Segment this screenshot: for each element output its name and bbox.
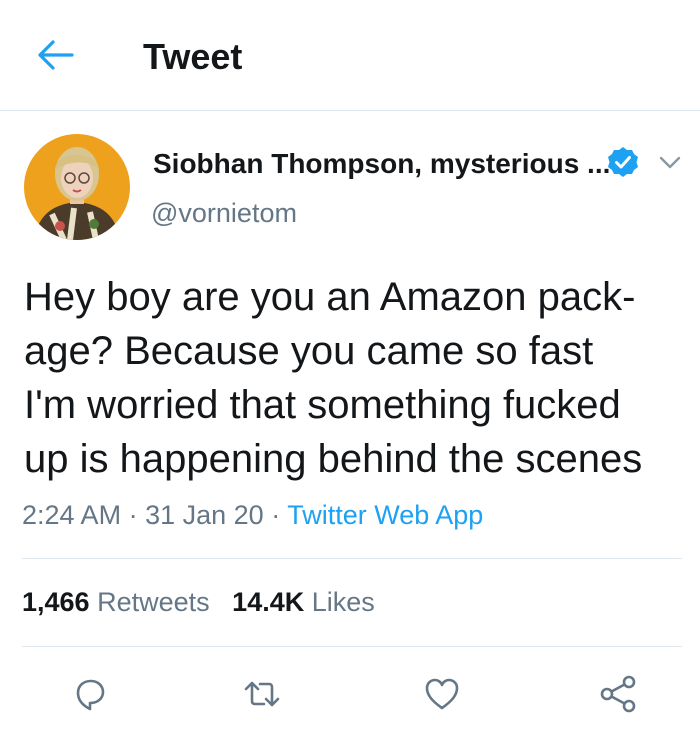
author-display-name[interactable]: Siobhan Thompson, mysterious ... (153, 148, 610, 180)
tweet-line: age? Because you came so fast (24, 329, 594, 373)
verified-badge-icon (608, 147, 638, 177)
tweet-line: up is happening behind the scenes (24, 437, 643, 481)
share-icon[interactable] (598, 674, 638, 714)
reply-icon[interactable] (70, 674, 110, 714)
divider (22, 646, 682, 647)
page-title: Tweet (143, 36, 243, 77)
tweet-meta: 2:24 AM · 31 Jan 20 · Twitter Web App (22, 500, 483, 531)
meta-separator: · (128, 500, 138, 530)
likes-stat[interactable]: 14.4K Likes (232, 587, 375, 617)
avatar[interactable] (24, 134, 130, 240)
divider (22, 558, 682, 559)
tweet-time[interactable]: 2:24 AM (22, 500, 121, 530)
likes-count: 14.4K (232, 587, 305, 617)
tweet-line: I'm worried that something fucked (24, 383, 621, 427)
tweet-stats: 1,466 Retweets 14.4K Likes (22, 587, 375, 618)
tweet-source-link[interactable]: Twitter Web App (287, 500, 483, 530)
tweet-text: Hey boy are you an Amazon pack- age? Bec… (24, 270, 694, 486)
retweets-stat[interactable]: 1,466 Retweets (22, 587, 210, 617)
retweet-icon[interactable] (242, 674, 282, 714)
retweets-label: Retweets (97, 587, 210, 617)
top-bar: Tweet (0, 0, 700, 111)
chevron-down-icon[interactable] (656, 150, 684, 174)
retweets-count: 1,466 (22, 587, 90, 617)
back-arrow-icon[interactable] (36, 38, 74, 72)
likes-label: Likes (311, 587, 375, 617)
tweet-date[interactable]: 31 Jan 20 (145, 500, 264, 530)
author-handle[interactable]: @vornietom (151, 198, 297, 229)
tweet-line: Hey boy are you an Amazon pack- (24, 275, 636, 319)
like-icon[interactable] (422, 674, 462, 714)
meta-separator: · (271, 500, 281, 530)
